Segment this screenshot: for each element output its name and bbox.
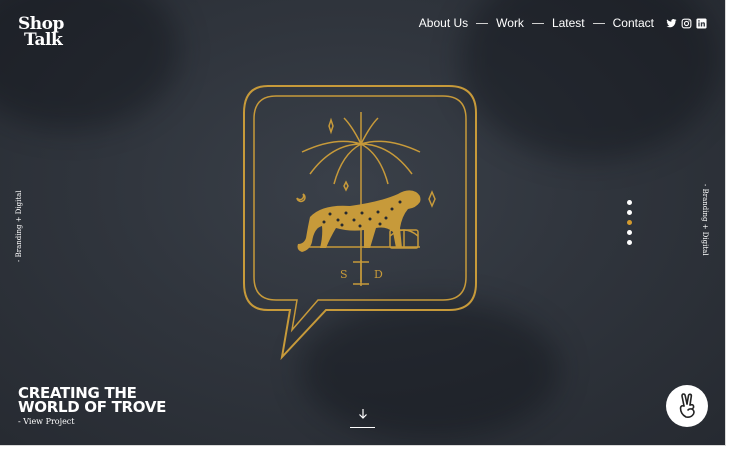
- svg-text:D: D: [374, 268, 383, 281]
- nav-about-us[interactable]: About Us: [419, 16, 468, 30]
- view-project-link[interactable]: - View Project: [18, 417, 75, 426]
- nav-divider: [592, 22, 605, 24]
- slide-dot-active[interactable]: [627, 220, 632, 225]
- slide-dot[interactable]: [627, 200, 632, 205]
- arrow-down-icon: [358, 409, 367, 419]
- hero-headline: CREATING THE WORLD OF TROVE: [18, 386, 167, 416]
- slide-dot[interactable]: [627, 230, 632, 235]
- trove-emblem-logo: S D: [243, 85, 477, 361]
- main-nav: About Us Work Latest Contact: [419, 16, 707, 30]
- slide-dot[interactable]: [627, 240, 632, 245]
- instagram-icon[interactable]: [681, 18, 692, 29]
- linkedin-icon[interactable]: [696, 17, 707, 29]
- scroll-underline: [350, 427, 375, 428]
- nav-latest[interactable]: Latest: [552, 16, 585, 30]
- brand-line-2: Talk: [24, 30, 63, 50]
- hero-section: Shop Talk About Us Work Latest Contact -…: [0, 0, 725, 445]
- nav-contact[interactable]: Contact: [613, 16, 654, 30]
- twitter-icon[interactable]: [666, 18, 677, 29]
- social-links: [666, 17, 707, 29]
- emblem-monogram: S: [340, 268, 348, 281]
- nav-divider: [476, 22, 489, 24]
- headline-line-2: WORLD OF TROVE: [18, 398, 167, 416]
- peace-hand-icon: [679, 393, 695, 418]
- brand-logo[interactable]: Shop Talk: [18, 16, 64, 50]
- slide-dot[interactable]: [627, 210, 632, 215]
- nav-divider: [531, 22, 544, 24]
- side-label-right: - Branding + Digital: [701, 184, 709, 256]
- slide-pagination: [627, 200, 632, 245]
- nav-work[interactable]: Work: [496, 16, 524, 30]
- chat-button[interactable]: [666, 385, 708, 427]
- side-label-left: - Branding + Digital: [15, 190, 23, 262]
- scroll-down-button[interactable]: [350, 408, 375, 428]
